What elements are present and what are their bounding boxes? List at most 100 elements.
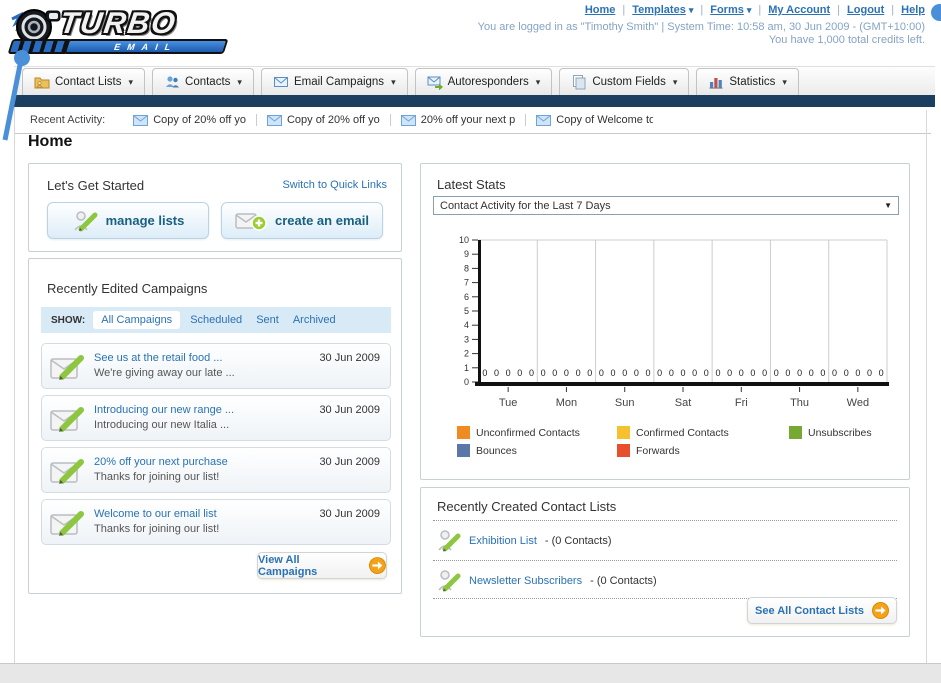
tab-contacts[interactable]: Contacts <box>152 68 254 95</box>
top-nav-help[interactable]: Help <box>884 4 925 16</box>
svg-text:0: 0 <box>704 368 709 378</box>
contact-list-link[interactable]: Newsletter Subscribers <box>469 575 582 587</box>
recent-activity-item[interactable]: Copy of 20% off yo <box>123 114 256 126</box>
svg-text:0: 0 <box>517 368 522 378</box>
page-left-border <box>14 107 15 663</box>
legend-label: Confirmed Contacts <box>636 426 729 439</box>
envelope-arrow-icon <box>427 76 443 90</box>
tab-statistics[interactable]: Statistics <box>696 68 799 95</box>
svg-text:5: 5 <box>464 306 469 316</box>
recent-activity-bar: Recent Activity: Copy of 20% off yo Copy… <box>14 107 931 134</box>
contact-activity-chart: 0 1 2 3 4 5 6 7 8 9 10 0 0 0 0 0 0 0 0 0 0 0 0 0 0 0 0 0 0 0 0 0 0 0 0 0 0 0 0… <box>443 230 895 425</box>
page-footer-strip <box>0 663 941 683</box>
campaign-row[interactable]: See us at the retail food ... We're givi… <box>41 343 391 389</box>
view-all-campaigns-label: View All Campaigns <box>258 553 318 578</box>
login-status: You are logged in as "Timothy Smith" | S… <box>477 21 925 33</box>
svg-text:0: 0 <box>634 368 639 378</box>
svg-text:6: 6 <box>464 292 469 302</box>
top-nav-templates[interactable]: Templates <box>615 4 693 16</box>
person-pencil-icon <box>74 210 98 231</box>
legend-swatch <box>617 426 630 439</box>
campaign-row[interactable]: Welcome to our email list Thanks for joi… <box>41 499 391 545</box>
turbo-email-logo: TURBO EMAIL <box>7 5 243 61</box>
contacts-icon <box>166 76 180 88</box>
envelope-icon <box>273 77 288 87</box>
campaign-title-link[interactable]: Introducing our new range ... <box>94 404 234 416</box>
app-window: TURBO EMAIL Home Templates Forms My Acco… <box>0 0 941 683</box>
svg-text:Mon: Mon <box>556 397 577 409</box>
legend-item: Confirmed Contacts <box>617 426 789 439</box>
see-all-contact-lists-button[interactable]: See All Contact Lists <box>747 597 897 624</box>
top-nav-my-account[interactable]: My Account <box>751 4 830 16</box>
campaign-title-link[interactable]: Welcome to our email list <box>94 508 217 520</box>
navy-divider-bar <box>14 95 935 107</box>
activity-item-label: Copy of 20% off yo <box>286 114 380 126</box>
recent-activity-item[interactable]: 20% off your next p <box>389 114 526 126</box>
stats-period-select[interactable]: Contact Activity for the Last 7 Days ▼ <box>433 196 899 215</box>
campaign-title-link[interactable]: See us at the retail food ... <box>94 352 222 364</box>
legend-label: Bounces <box>476 444 517 457</box>
svg-text:7: 7 <box>464 278 469 288</box>
svg-text:0: 0 <box>844 368 849 378</box>
recent-activity-item[interactable]: Copy of 20% off yo <box>255 114 390 126</box>
logo-wordmark: TURBO <box>57 7 180 40</box>
svg-text:Thu: Thu <box>790 397 809 409</box>
annotation-pin-right <box>931 4 941 21</box>
contact-list-link[interactable]: Exhibition List <box>469 535 537 547</box>
svg-text:0: 0 <box>669 368 674 378</box>
svg-text:0: 0 <box>464 377 469 387</box>
campaign-row[interactable]: Introducing our new range ... Introducin… <box>41 395 391 441</box>
svg-text:0: 0 <box>657 368 662 378</box>
contact-list-row[interactable]: Exhibition List - (0 Contacts) <box>437 528 612 554</box>
top-nav-home[interactable]: Home <box>585 4 616 16</box>
tab-label: Contact Lists <box>55 76 122 88</box>
campaign-date: 30 Jun 2009 <box>319 404 380 416</box>
main-tab-bar: Contact Lists Contacts Email Campaigns A… <box>14 66 935 95</box>
envelope-icon <box>133 114 149 126</box>
manage-lists-label: manage lists <box>105 213 185 228</box>
tab-label: Custom Fields <box>592 76 666 88</box>
legend-item: Bounces <box>457 444 617 457</box>
filter-archived[interactable]: Archived <box>293 314 336 326</box>
legend-label: Forwards <box>636 444 680 457</box>
svg-text:1: 1 <box>464 363 469 373</box>
svg-text:0: 0 <box>762 368 767 378</box>
svg-text:0: 0 <box>587 368 592 378</box>
activity-item-label: Copy of Welcome to <box>556 114 654 126</box>
switch-quick-links-link[interactable]: Switch to Quick Links <box>282 179 387 191</box>
svg-text:0: 0 <box>482 368 487 378</box>
stats-period-value: Contact Activity for the Last 7 Days <box>440 199 611 212</box>
svg-text:Tue: Tue <box>499 397 518 409</box>
svg-text:0: 0 <box>879 368 884 378</box>
manage-lists-button[interactable]: manage lists <box>47 202 209 239</box>
campaign-row[interactable]: 20% off your next purchase Thanks for jo… <box>41 447 391 493</box>
svg-text:0: 0 <box>739 368 744 378</box>
envelope-icon <box>400 114 416 126</box>
tab-autoresponders[interactable]: Autoresponders <box>414 68 553 95</box>
svg-text:0: 0 <box>541 368 546 378</box>
pages-icon <box>573 75 586 90</box>
filter-all-campaigns[interactable]: All Campaigns <box>93 311 181 329</box>
legend-swatch <box>457 444 470 457</box>
tab-label: Email Campaigns <box>293 76 385 88</box>
create-email-button[interactable]: create an email <box>221 202 383 239</box>
svg-text:0: 0 <box>797 368 802 378</box>
filter-scheduled[interactable]: Scheduled <box>190 314 242 326</box>
activity-item-label: Copy of 20% off yo <box>153 114 246 126</box>
recent-activity-item[interactable]: Copy of Welcome to <box>525 114 663 126</box>
view-all-campaigns-button[interactable]: View All Campaigns <box>257 552 387 579</box>
campaign-title-link[interactable]: 20% off your next purchase <box>94 456 228 468</box>
legend-item: Unsubscribes <box>789 426 887 439</box>
tab-email-campaigns[interactable]: Email Campaigns <box>260 68 408 95</box>
filter-sent[interactable]: Sent <box>256 314 279 326</box>
campaign-date: 30 Jun 2009 <box>319 352 380 364</box>
legend-swatch <box>457 426 470 439</box>
contact-list-row[interactable]: Newsletter Subscribers - (0 Contacts) <box>437 568 657 594</box>
svg-text:Sun: Sun <box>615 397 635 409</box>
top-nav-forms[interactable]: Forms <box>693 4 751 16</box>
logo-email-bar: EMAIL <box>63 39 229 54</box>
tab-contact-lists[interactable]: Contact Lists <box>22 68 146 95</box>
campaign-subtitle: Introducing our new Italia ... <box>94 419 230 431</box>
tab-custom-fields[interactable]: Custom Fields <box>559 68 690 95</box>
top-nav-logout[interactable]: Logout <box>830 4 884 16</box>
